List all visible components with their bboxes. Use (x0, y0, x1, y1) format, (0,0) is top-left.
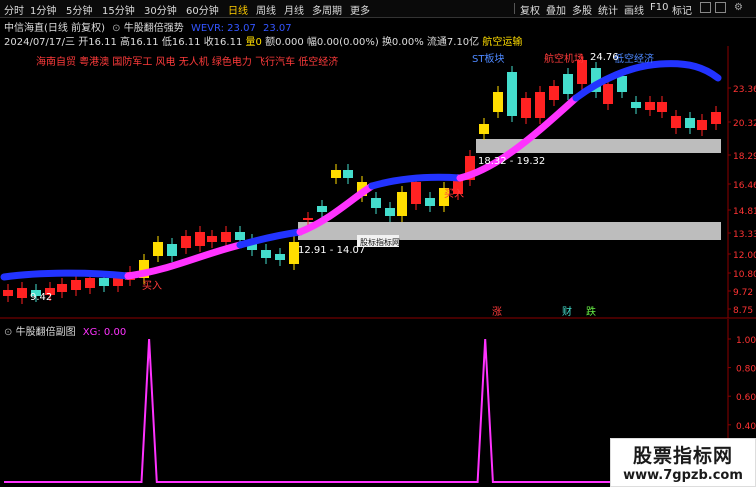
st-sector-label: ST板块 (472, 52, 504, 65)
cai-label: 财 (562, 305, 572, 318)
y-axis-tick: 13.33 (733, 230, 756, 240)
candlestick (507, 72, 517, 116)
candlestick-group (3, 54, 721, 304)
candlestick (99, 278, 109, 286)
zhang-label: 涨 (492, 306, 502, 318)
candlestick (685, 118, 695, 128)
candlestick (317, 206, 327, 212)
candlestick (343, 170, 353, 178)
candlestick (167, 244, 177, 256)
sub-y-axis-tick: 0.40 (736, 422, 756, 432)
candlestick (657, 102, 667, 112)
candlestick (479, 124, 489, 134)
sub-y-axis-tick: 1.00 (736, 336, 756, 346)
candlestick (235, 232, 245, 240)
candlestick (303, 218, 313, 220)
candlestick (57, 284, 67, 292)
kline-chart[interactable]: 23.36 20.32 18.29 16.46 14.81 13.33 12.00 10.80… (0, 0, 756, 320)
watermark-box-text: 股标指标网 (360, 237, 400, 247)
candlestick (535, 92, 545, 118)
buy-signal-1: 买入 (142, 280, 162, 292)
y-axis-tick: 18.29 (733, 152, 756, 162)
candlestick (221, 232, 231, 242)
candlestick (521, 98, 531, 118)
candlestick (631, 102, 641, 108)
candlestick (207, 236, 217, 242)
y-axis-tick: 9.72 (733, 288, 753, 298)
candlestick (617, 76, 627, 92)
sub-y-axis-tick: 0.80 (736, 365, 756, 375)
candlestick (85, 278, 95, 288)
range-lower-label: 12.91 - 14.07 (298, 245, 365, 256)
trend-line-segment (0, 269, 132, 281)
candlestick (331, 170, 341, 178)
candlestick (195, 232, 205, 246)
watermark-line1: 股票指标网 (632, 445, 733, 467)
candlestick (411, 182, 421, 204)
y-axis-labels: 23.36 20.32 18.29 16.46 14.81 13.33 12.00 10.80… (728, 85, 756, 316)
low-altitude-label: 低空经济 (614, 52, 654, 65)
range-upper-label: 18.32 - 19.32 (478, 156, 545, 167)
buy-signal-2: 买入 (444, 188, 464, 200)
candlestick (711, 112, 721, 124)
candlestick (371, 198, 381, 208)
candlestick (3, 290, 13, 296)
aviation-label: 航空机场 (544, 52, 584, 65)
high-price-label: 24.76 (590, 52, 619, 63)
candlestick (549, 86, 559, 100)
candlestick (181, 236, 191, 248)
candlestick (603, 84, 613, 104)
candlestick (153, 242, 163, 256)
candlestick (275, 254, 285, 260)
candlestick (385, 208, 395, 216)
candlestick (425, 198, 435, 206)
sub-y-axis-tick: 0.60 (736, 393, 756, 403)
candlestick (563, 74, 573, 94)
candlestick (645, 102, 655, 110)
die-label: 跌 (586, 305, 596, 318)
y-axis-tick: 23.36 (733, 85, 756, 95)
candlestick (671, 116, 681, 128)
watermark-line2: www.7gpzb.com (623, 468, 743, 483)
y-axis-tick: 20.32 (733, 119, 756, 129)
y-axis-tick: 16.46 (733, 181, 756, 191)
site-watermark: 股票指标网 www.7gpzb.com (610, 438, 756, 487)
candlestick (261, 250, 271, 258)
candlestick (397, 192, 407, 216)
y-axis-tick: 12.00 (733, 251, 756, 261)
candlestick (697, 120, 707, 130)
candlestick (71, 280, 81, 290)
low-price-label: 9.42 (30, 292, 52, 303)
candlestick (113, 278, 123, 286)
y-axis-tick: 8.75 (733, 306, 753, 316)
candlestick (17, 288, 27, 298)
candlestick (493, 92, 503, 112)
y-axis-tick: 14.81 (733, 207, 756, 217)
y-axis-tick: 10.80 (733, 270, 756, 280)
